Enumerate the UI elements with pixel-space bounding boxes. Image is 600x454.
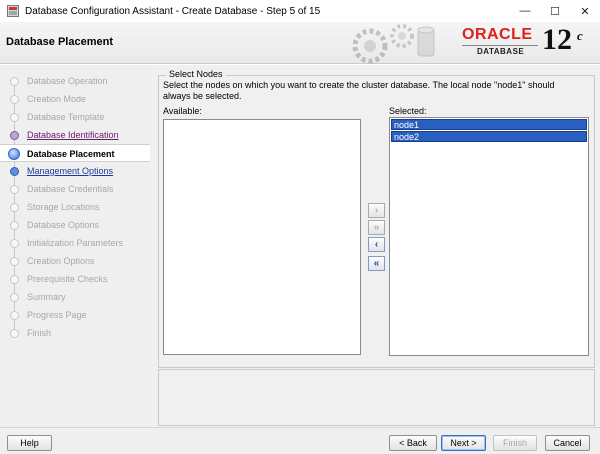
- step-indicator-icon: [10, 311, 19, 320]
- step-label[interactable]: Database Identification: [27, 130, 119, 140]
- oracle-logo: ORACLE: [462, 26, 533, 43]
- page-header: Database Placement ORACLE DATABASE 12 c: [0, 22, 600, 64]
- step-indicator-icon: [10, 203, 19, 212]
- step-indicator-icon: [10, 275, 19, 284]
- step-indicator-icon: [10, 185, 19, 194]
- step-database-placement: Database Placement: [0, 144, 150, 162]
- step-indicator-icon: [10, 239, 19, 248]
- window-titlebar: Database Configuration Assistant - Creat…: [0, 0, 600, 22]
- step-indicator-icon: [10, 329, 19, 338]
- current-step-indicator-icon: [8, 148, 20, 160]
- move-all-left-button[interactable]: «: [368, 256, 385, 271]
- step-indicator-icon: [10, 293, 19, 302]
- available-label: Available:: [163, 106, 202, 116]
- step-finish: Finish: [0, 324, 150, 342]
- move-all-right-button[interactable]: »: [368, 220, 385, 235]
- step-database-operation: Database Operation: [0, 72, 150, 90]
- list-item-node2[interactable]: node2: [391, 131, 587, 142]
- list-item-node1[interactable]: node1: [391, 119, 587, 130]
- help-button[interactable]: Help: [7, 435, 52, 451]
- gears-decoration-icon: [352, 24, 435, 64]
- step-label: Creation Mode: [27, 94, 87, 104]
- step-label: Database Template: [27, 112, 105, 122]
- oracle-database-label: DATABASE: [477, 47, 525, 56]
- minimize-button[interactable]: —: [510, 0, 540, 22]
- step-database-credentials: Database Credentials: [0, 180, 150, 198]
- step-indicator-icon: [10, 131, 19, 140]
- wizard-steps-sidebar: Database Operation Creation Mode Databas…: [0, 65, 150, 427]
- page-title: Database Placement: [6, 36, 113, 48]
- step-label: Database Credentials: [27, 184, 114, 194]
- move-right-button[interactable]: ›: [368, 203, 385, 218]
- step-label: Database Placement: [27, 149, 115, 159]
- step-label: Creation Options: [27, 256, 95, 266]
- step-label: Storage Locations: [27, 202, 100, 212]
- step-indicator-icon: [10, 95, 19, 104]
- dbca-app-icon: [7, 5, 19, 17]
- step-label[interactable]: Management Options: [27, 166, 113, 176]
- maximize-button[interactable]: ☐: [540, 0, 570, 22]
- step-creation-mode: Creation Mode: [0, 90, 150, 108]
- step-storage-locations: Storage Locations: [0, 198, 150, 216]
- wizard-footer: Help < Back Next > Finish Cancel: [0, 427, 600, 454]
- available-nodes-list[interactable]: [163, 119, 361, 355]
- version-number: 12: [542, 23, 572, 56]
- step-creation-options: Creation Options: [0, 252, 150, 270]
- step-initialization-parameters: Initialization Parameters: [0, 234, 150, 252]
- close-button[interactable]: ✕: [570, 0, 600, 22]
- select-nodes-legend: Select Nodes: [166, 69, 226, 79]
- step-label: Database Options: [27, 220, 100, 230]
- logo-divider: [462, 45, 538, 46]
- step-database-identification[interactable]: Database Identification: [0, 126, 150, 144]
- selected-label: Selected:: [389, 106, 427, 116]
- back-button[interactable]: < Back: [389, 435, 437, 451]
- step-label: Prerequisite Checks: [27, 274, 108, 284]
- version-suffix: c: [577, 28, 583, 43]
- step-label: Finish: [27, 328, 52, 338]
- step-indicator-icon: [10, 167, 19, 176]
- step-label: Summary: [27, 292, 66, 302]
- cancel-button[interactable]: Cancel: [545, 435, 590, 451]
- finish-button[interactable]: Finish: [493, 435, 537, 451]
- selected-nodes-list[interactable]: node1 node2: [389, 117, 589, 356]
- move-left-button[interactable]: ‹: [368, 237, 385, 252]
- step-management-options[interactable]: Management Options: [0, 162, 150, 180]
- step-indicator-icon: [10, 113, 19, 122]
- step-label: Database Operation: [27, 76, 108, 86]
- step-progress-page: Progress Page: [0, 306, 150, 324]
- step-indicator-icon: [10, 77, 19, 86]
- window-title: Database Configuration Assistant - Creat…: [25, 5, 321, 17]
- step-label: Progress Page: [27, 310, 87, 320]
- step-indicator-icon: [10, 257, 19, 266]
- message-panel: [158, 369, 595, 426]
- step-database-template: Database Template: [0, 108, 150, 126]
- step-label: Initialization Parameters: [27, 238, 124, 248]
- step-indicator-icon: [10, 221, 19, 230]
- step-prerequisite-checks: Prerequisite Checks: [0, 270, 150, 288]
- step-summary: Summary: [0, 288, 150, 306]
- step-database-options: Database Options: [0, 216, 150, 234]
- select-nodes-instruction: Select the nodes on which you want to cr…: [163, 80, 555, 101]
- next-button[interactable]: Next >: [441, 435, 486, 451]
